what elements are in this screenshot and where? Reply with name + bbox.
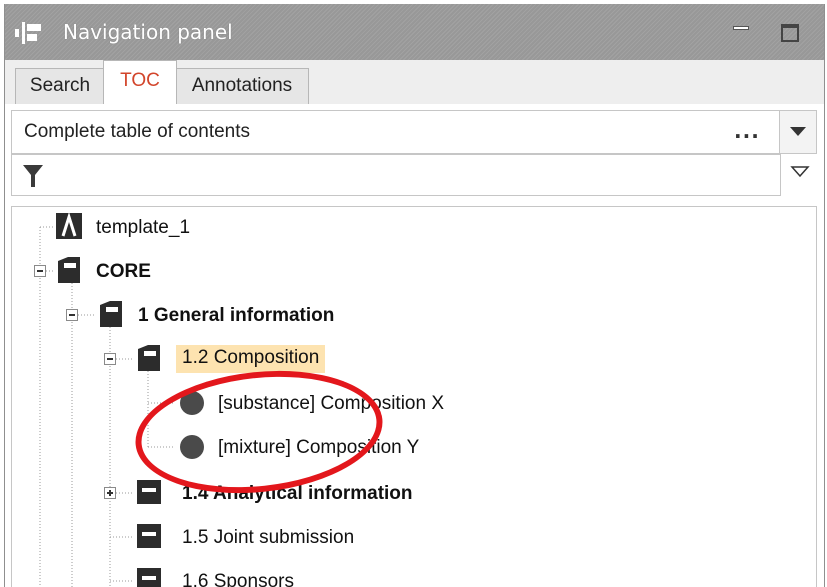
tree-node-substance-composition-x[interactable]: [substance] Composition X <box>12 387 512 421</box>
template-icon <box>56 212 82 239</box>
tree-node-label: [mixture] Composition Y <box>218 437 420 458</box>
filter-icon[interactable] <box>22 161 44 191</box>
tree-node-core[interactable]: CORE <box>12 255 312 289</box>
tree-node-label: 1.4 Analytical information <box>182 483 413 504</box>
toc-tree: template_1 CORE 1 General information 1.… <box>11 206 817 587</box>
filter-options-icon[interactable] <box>787 162 813 182</box>
toc-selector-value: Complete table of contents <box>24 121 251 142</box>
toc-selector-dropdown[interactable]: Complete table of contents ... <box>11 110 817 154</box>
tree-node-label: 1.6 Sponsors <box>182 571 294 587</box>
tree-node-label: [substance] Composition X <box>218 393 445 414</box>
navigation-panel: Navigation panel Search Annotations TOC … <box>4 4 825 587</box>
tree-node-label: 1 General information <box>138 305 335 326</box>
record-circle-icon <box>180 435 204 459</box>
tree-node-label: template_1 <box>96 217 191 238</box>
tab-annotations[interactable]: Annotations <box>175 68 309 104</box>
section-icon <box>138 345 160 371</box>
tree-node-label: 1.2 Composition <box>176 345 326 373</box>
section-icon <box>58 257 80 283</box>
tab-toc[interactable]: TOC <box>103 60 177 104</box>
panel-titlebar[interactable]: Navigation panel <box>5 4 824 60</box>
tree-node-mixture-composition-y[interactable]: [mixture] Composition Y <box>12 431 512 465</box>
section-icon <box>137 524 161 548</box>
tree-node-general-information[interactable]: 1 General information <box>12 299 432 333</box>
record-circle-icon <box>180 391 204 415</box>
minimize-icon <box>733 26 749 30</box>
tree-node-composition[interactable]: 1.2 Composition <box>12 343 432 377</box>
section-icon <box>137 568 161 587</box>
tree-node-label: 1.5 Joint submission <box>182 527 355 548</box>
panel-title: Navigation panel <box>63 20 233 44</box>
toc-content: Complete table of contents ... template_… <box>5 104 824 587</box>
tree-node-sponsors[interactable]: 1.6 Sponsors <box>12 565 512 587</box>
panel-tabs: Search Annotations TOC <box>5 60 824 104</box>
tree-node-joint-submission[interactable]: 1.5 Joint submission <box>12 521 512 555</box>
maximize-icon <box>781 24 799 42</box>
tree-node-label: CORE <box>96 261 151 282</box>
maximize-button[interactable] <box>773 14 807 50</box>
filter-input[interactable] <box>11 154 781 196</box>
tree-node-analytical-information[interactable]: 1.4 Analytical information <box>12 477 512 511</box>
dropdown-arrow-icon[interactable] <box>779 111 816 153</box>
section-icon <box>137 480 161 504</box>
toc-selector-more-button[interactable]: ... <box>734 119 760 143</box>
section-icon <box>100 301 122 327</box>
tab-search[interactable]: Search <box>15 68 105 104</box>
minimize-button[interactable] <box>725 14 759 50</box>
tree-node-template[interactable]: template_1 <box>12 211 312 245</box>
navigation-panel-icon <box>15 22 41 44</box>
